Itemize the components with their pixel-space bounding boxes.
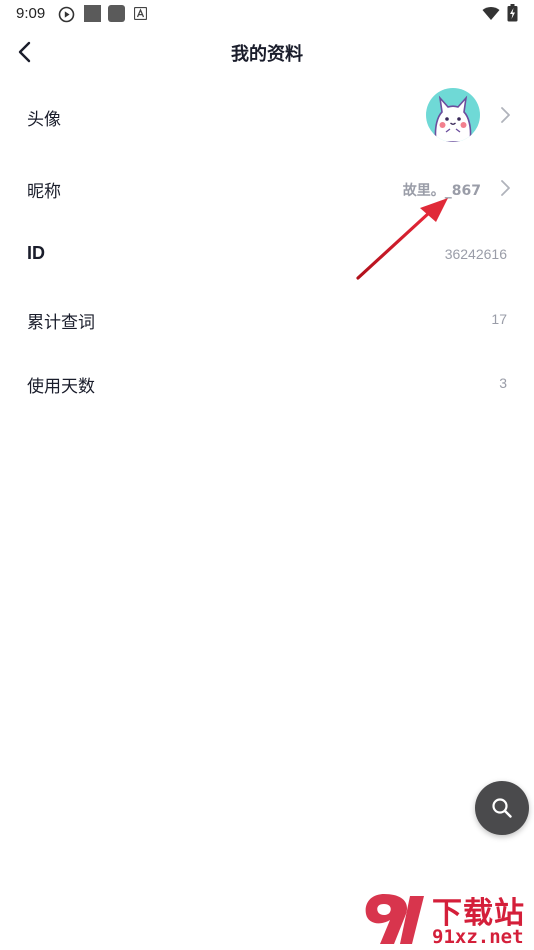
avatar[interactable]	[426, 88, 480, 142]
watermark: 下载站 91xz.net	[362, 888, 534, 950]
notification-square-icon	[84, 5, 101, 22]
search-button[interactable]	[475, 781, 529, 835]
play-icon	[58, 6, 75, 23]
total-queries-row: 累计查词 17	[0, 291, 534, 347]
wifi-icon	[482, 7, 500, 20]
page-title: 我的资料	[231, 44, 303, 65]
status-bar: 9:09	[0, 0, 534, 28]
total-queries-value: 17	[491, 311, 507, 327]
watermark-text-bottom: 91xz.net	[432, 926, 524, 948]
chevron-right-icon	[501, 180, 510, 196]
nickname-label: 昵称	[27, 182, 61, 202]
id-label: ID	[27, 243, 45, 263]
days-used-row: 使用天数 3	[0, 355, 534, 411]
annotation-arrow-icon	[356, 198, 448, 280]
watermark-logo-icon	[365, 894, 424, 944]
days-used-label: 使用天数	[27, 377, 95, 397]
avatar-label: 头像	[27, 110, 61, 130]
app-a-icon	[134, 7, 147, 20]
notification-rounded-icon	[108, 5, 125, 22]
status-time: 9:09	[16, 5, 46, 22]
cat-avatar-image	[426, 88, 480, 142]
header: 我的资料	[0, 28, 534, 76]
days-used-value: 3	[499, 375, 507, 391]
search-icon	[492, 798, 512, 818]
chevron-right-icon	[501, 107, 510, 123]
total-queries-label: 累计查词	[27, 313, 95, 333]
battery-icon	[507, 4, 518, 22]
